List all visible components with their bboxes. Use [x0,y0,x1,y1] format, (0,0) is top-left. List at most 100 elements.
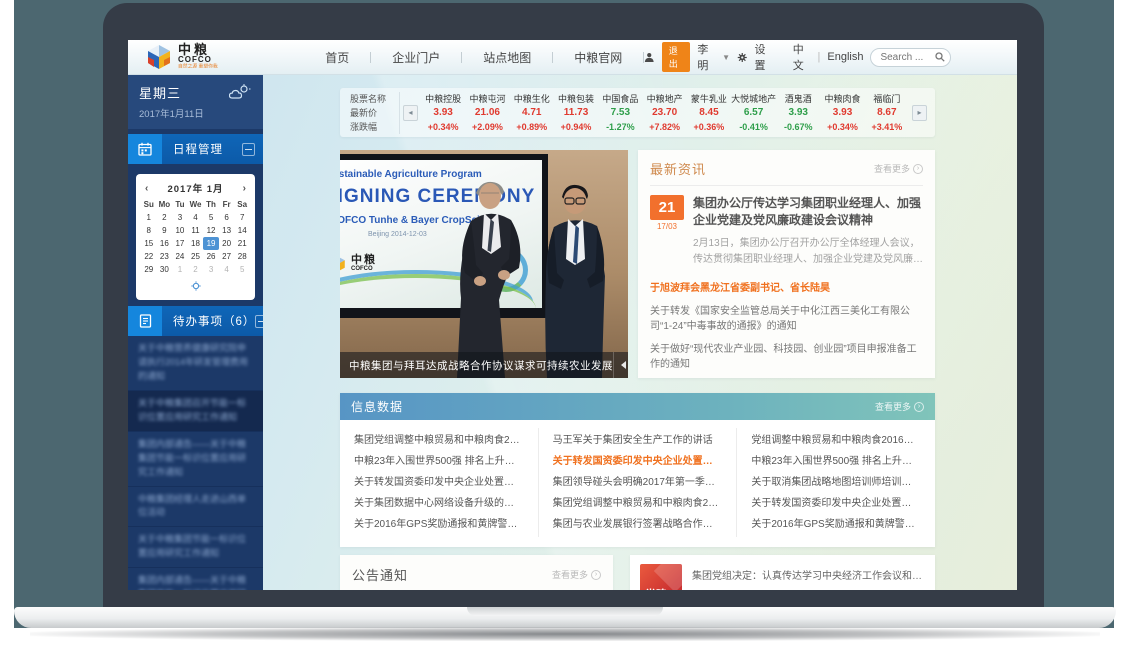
stock-price: 8.45 [687,106,731,120]
ticker-next-button[interactable]: ▸ [912,105,927,121]
nav-item[interactable]: 中粮官网 [553,49,643,66]
party-news-item[interactable]: 集团党组决定：认真传达贯彻学习12月26日中央纪委五次全会会议精神 [692,587,925,590]
news-list-item[interactable]: 于旭波拜会黑龙江省委副书记、省长陆昊 [650,281,923,296]
stock-name: 大悦城地产 [731,92,776,106]
calendar-day[interactable]: 10 [172,224,188,237]
todo-item[interactable]: 关于中粮集团节能一标识位置应用研究工作通知 [128,527,263,568]
news-list-item[interactable]: 关于做好“现代农业产业园、科技园、创业园”项目申报准备工作的通知 [650,342,923,372]
calendar-day[interactable]: 16 [157,237,173,250]
todo-item[interactable]: 关于中粮营养健康研究院申请执行2014年研发管理费用的通知 [128,336,263,391]
calendar-day[interactable]: 25 [188,250,204,263]
calendar-day[interactable]: 13 [219,224,235,237]
calendar-weekday: Tu [172,198,188,211]
calendar-day[interactable]: 26 [203,250,219,263]
calendar-day[interactable]: 28 [234,250,250,263]
info-item[interactable]: 党组调整中粮贸易和中粮肉食2016年度预算 [751,430,921,451]
info-item[interactable]: 关于2016年GPS奖励通报和黄牌警告单位的决定 [751,514,921,535]
stock-quote: 中粮屯河 21.06 +2.09% [465,92,509,134]
calendar-next-button[interactable]: › [234,183,246,194]
info-item[interactable]: 集团领导碰头会明确2017年第一季度工作 [553,472,723,493]
stock-name: 酒鬼酒 [776,92,820,106]
nav-item[interactable]: 企业门户 [371,49,461,66]
gear-icon[interactable] [737,51,748,64]
calendar-day[interactable]: 23 [157,250,173,263]
collapse-todo-button[interactable] [255,315,263,328]
todo-item[interactable]: 关于中粮集团召开节能一标识位置应用研究工作通知 [128,391,263,432]
cofco-logo[interactable]: 中粮 COFCO 自然之源 重塑你我 [146,43,244,72]
calendar-day[interactable]: 27 [219,250,235,263]
calendar-day[interactable]: 18 [188,237,204,250]
info-item[interactable]: 关于2016年GPS奖励通报和黄牌警告单位的决定 [354,514,524,535]
calendar-day[interactable]: 4 [219,263,235,276]
nav-item[interactable]: 站点地图 [462,49,552,66]
lang-chinese[interactable]: 中文 [793,41,811,73]
collapse-schedule-button[interactable] [242,143,255,156]
chevron-down-icon[interactable]: ▼ [722,53,730,62]
calendar-day[interactable]: 5 [234,263,250,276]
info-item[interactable]: 中粮23年入围世界500强 排名上升最快 [751,451,921,472]
info-item[interactable]: 中粮23年入围世界500强 排名上升最快 [354,451,524,472]
laptop-screen: 中粮 COFCO 自然之源 重塑你我 首页 企业门户 站点地图 中粮官网 [128,40,1017,590]
calendar-day[interactable]: 21 [234,237,250,250]
calendar-settings-icon[interactable] [191,281,201,291]
featured-news-title[interactable]: 集团办公厅传达学习集团职业经理人、加强企业党建及党风廉政建设会议精神 [693,195,923,230]
stock-quote: 福临门 8.67 +3.41% [865,92,909,134]
calendar-day[interactable]: 24 [172,250,188,263]
calendar-day[interactable]: 15 [141,237,157,250]
info-item[interactable]: 关于取消集团战略地图培训师培训班的通知 [751,472,921,493]
calendar-day[interactable]: 8 [141,224,157,237]
calendar-day[interactable]: 17 [172,237,188,250]
party-news-item[interactable]: 集团党组决定：认真传达学习中央经济工作会议和中央农村工作委员会... [692,566,925,587]
calendar-day[interactable]: 5 [203,211,219,224]
nav-item[interactable]: 首页 [304,49,370,66]
search-icon[interactable] [935,52,945,62]
calendar-day[interactable]: 19 [203,237,219,250]
announcements-panel: 公告通知 查看更多› [340,555,613,590]
calendar-day[interactable]: 6 [219,211,235,224]
calendar-prev-button[interactable]: ‹ [145,183,157,194]
calendar-day[interactable]: 1 [141,211,157,224]
calendar-day[interactable]: 9 [157,224,173,237]
logo-text-en: COFCO [178,56,244,64]
calendar-day[interactable]: 11 [188,224,204,237]
calendar-day[interactable]: 1 [172,263,188,276]
todo-item[interactable]: 集团内部通告——关于中粮集团节能一标识位置应用研究工作通知 [128,432,263,487]
ticker-prev-button[interactable]: ◂ [403,105,418,121]
carousel-prev-button[interactable] [613,352,628,378]
calendar-day[interactable]: 12 [203,224,219,237]
calendar-day[interactable]: 14 [234,224,250,237]
news-carousel: Sustainable Agriculture Program SIGNING … [340,150,628,378]
todo-item[interactable]: 中粮集团经理人走进山西单位活动 [128,487,263,528]
logout-button[interactable]: 退出 [662,42,691,72]
news-view-more[interactable]: 查看更多› [874,162,923,175]
calendar-day[interactable]: 22 [141,250,157,263]
lang-english[interactable]: English [827,51,863,63]
info-view-more[interactable]: 查看更多› [875,400,924,413]
calendar-day[interactable]: 29 [141,263,157,276]
calendar-day[interactable]: 7 [234,211,250,224]
announcements-view-more[interactable]: 查看更多› [552,568,601,581]
calendar-day[interactable]: 4 [188,211,204,224]
stock-price: 7.53 [598,106,642,120]
info-item[interactable]: 马王军关于集团安全生产工作的讲话 [553,430,723,451]
calendar-day[interactable]: 3 [203,263,219,276]
featured-news[interactable]: 21 17/03 集团办公厅传达学习集团职业经理人、加强企业党建及党风廉政建设会… [650,195,923,268]
info-item[interactable]: 集团党组调整中粮贸易和中粮肉食2016年度预算 [354,430,524,451]
username[interactable]: 李明 [697,41,715,73]
info-item[interactable]: 集团党组调整中粮贸易和中粮肉食2016年度预算 [553,493,723,514]
main-nav: 首页 企业门户 站点地图 中粮官网 [304,49,644,66]
calendar-day[interactable]: 3 [172,211,188,224]
calendar-day[interactable]: 20 [219,237,235,250]
calendar-day[interactable]: 30 [157,263,173,276]
info-item[interactable]: 关于集团数据中心网络设备升级的通知 [354,493,524,514]
settings-label[interactable]: 设置 [755,41,773,73]
info-item[interactable]: 关于转发国资委印发中央企业处置僵尸企业和开展特... [751,493,921,514]
calendar-day[interactable]: 2 [157,211,173,224]
news-list-item[interactable]: 关于转发《国家安全监管总局关于中化江西三美化工有限公司“1-24”中毒事故的通报… [650,304,923,334]
stock-change: +0.36% [687,120,731,134]
calendar-day[interactable]: 2 [188,263,204,276]
info-item[interactable]: 关于转发国资委印发中央企业处置僵尸企业和开展特... [354,472,524,493]
todo-item[interactable]: 集团内部通告——关于中粮集团节能一标识位置应用研究工作通知 [128,568,263,590]
info-item[interactable]: 关于转发国资委印发中央企业处置僵尸企业和开展特... [553,451,723,472]
info-item[interactable]: 集团与农业发展银行签署战略合作协议 [553,514,723,535]
